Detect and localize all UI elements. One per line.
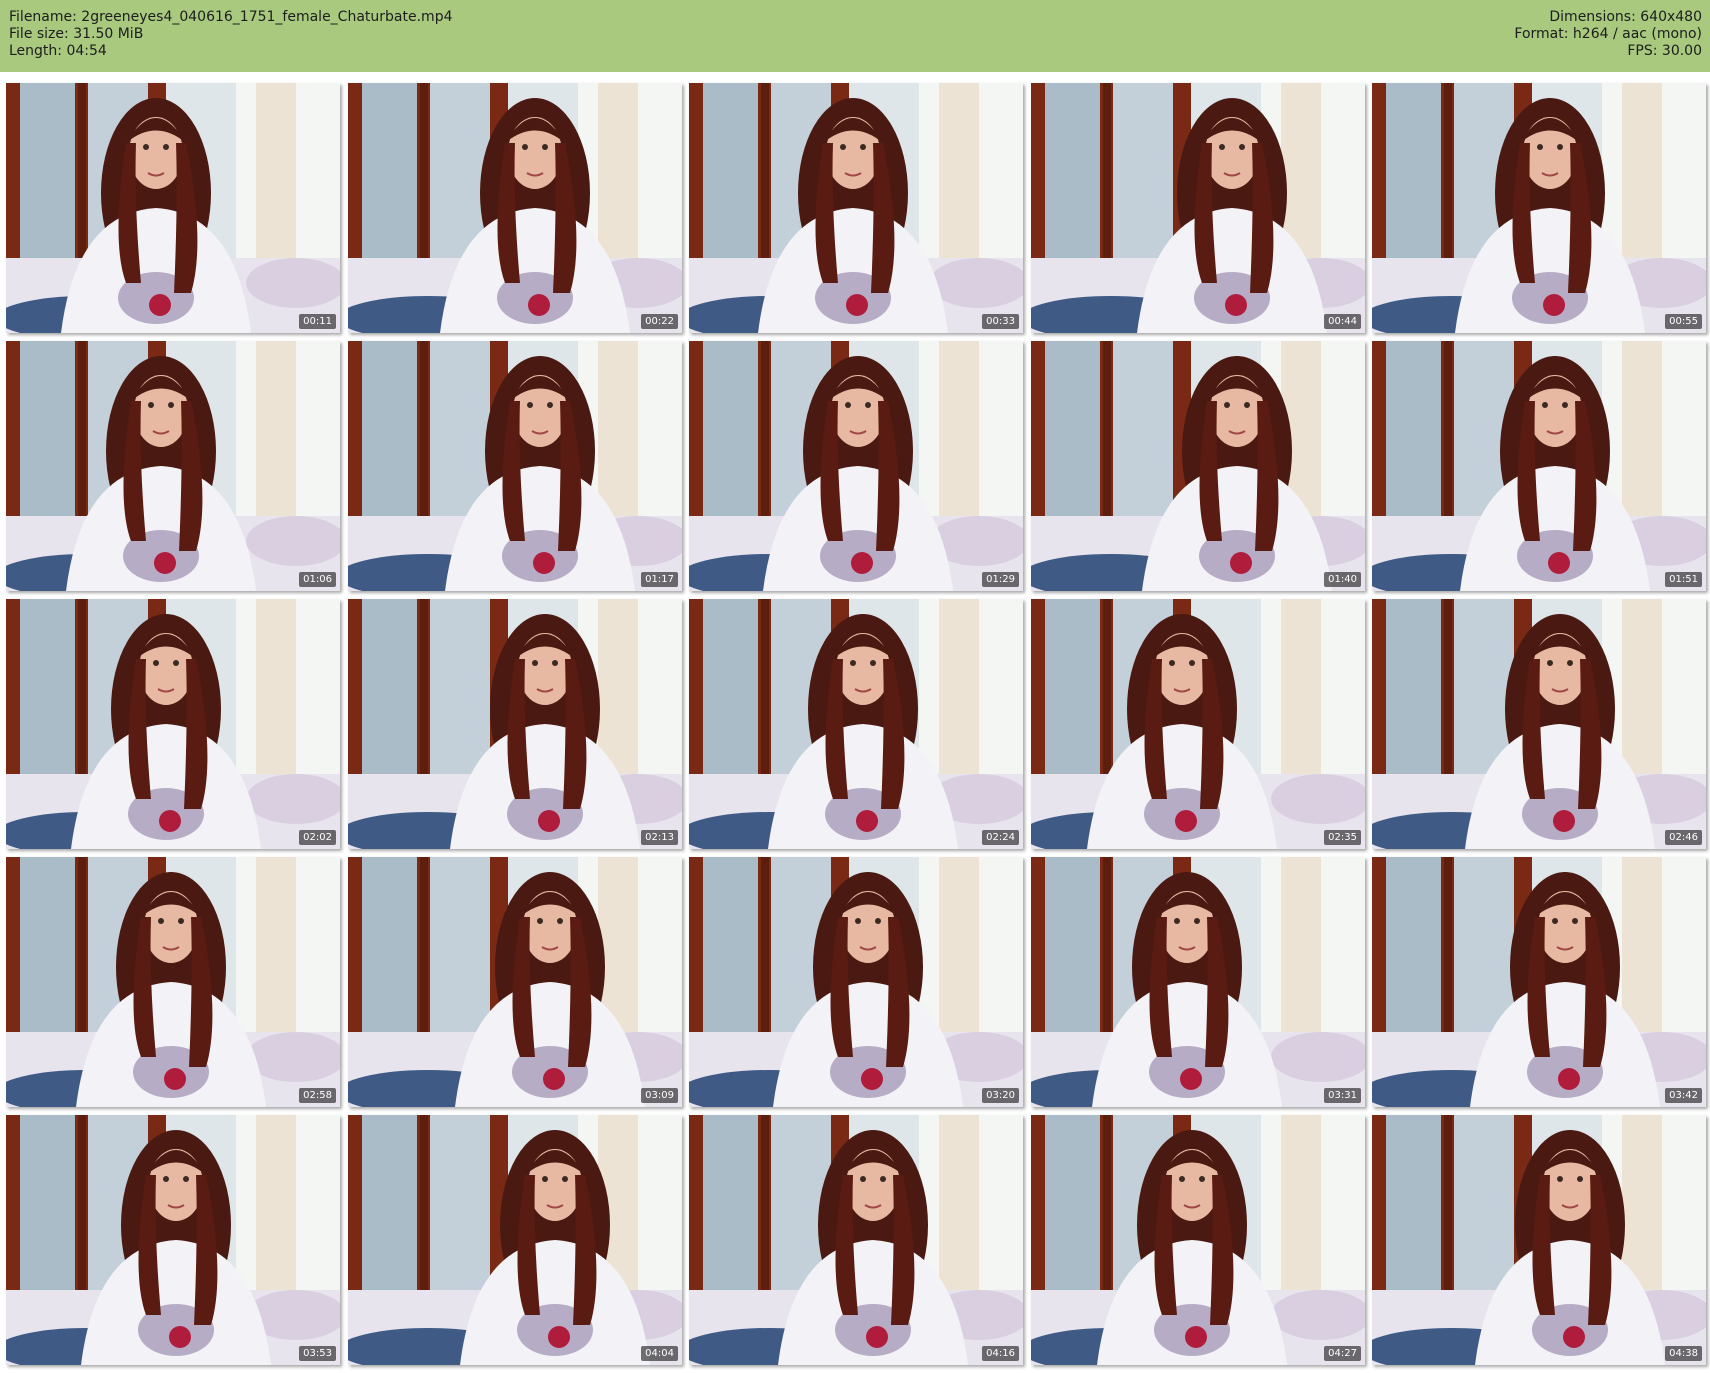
timestamp-label: 02:46: [1665, 830, 1702, 845]
timestamp-label: 04:04: [641, 1346, 678, 1361]
frame-image: [348, 857, 682, 1107]
video-frame-thumbnail[interactable]: 01:51: [1372, 341, 1706, 591]
timestamp-label: 02:35: [1324, 830, 1361, 845]
timestamp-label: 00:44: [1324, 314, 1361, 329]
frame-image: [6, 857, 340, 1107]
frame-image: [1372, 1115, 1706, 1365]
stream-info: Dimensions: 640x480 Format: h264 / aac (…: [1514, 9, 1702, 60]
video-frame-thumbnail[interactable]: 00:44: [1031, 83, 1365, 333]
video-frame-thumbnail[interactable]: 04:04: [348, 1115, 682, 1365]
timestamp-label: 04:38: [1665, 1346, 1702, 1361]
video-frame-thumbnail[interactable]: 04:38: [1372, 1115, 1706, 1365]
fps-line: FPS: 30.00: [1627, 43, 1702, 59]
timestamp-label: 03:31: [1324, 1088, 1361, 1103]
timestamp-label: 03:53: [299, 1346, 336, 1361]
frame-image: [1372, 83, 1706, 333]
frame-image: [1031, 1115, 1365, 1365]
frame-image: [689, 341, 1023, 591]
video-frame-thumbnail[interactable]: 02:46: [1372, 599, 1706, 849]
timestamp-label: 01:06: [299, 572, 336, 587]
frame-image: [1031, 857, 1365, 1107]
frame-image: [1372, 599, 1706, 849]
timestamp-label: 02:58: [299, 1088, 336, 1103]
timestamp-label: 02:13: [641, 830, 678, 845]
thumbnail-grid: 00:11 00:22 00:33 00:44 00:55 01:06 01:17 01:29…: [6, 83, 1708, 1369]
timestamp-label: 01:29: [982, 572, 1019, 587]
frame-image: [6, 599, 340, 849]
frame-image: [689, 599, 1023, 849]
video-frame-thumbnail[interactable]: 02:58: [6, 857, 340, 1107]
video-frame-thumbnail[interactable]: 02:35: [1031, 599, 1365, 849]
timestamp-label: 04:16: [982, 1346, 1019, 1361]
frame-image: [348, 1115, 682, 1365]
video-frame-thumbnail[interactable]: 03:20: [689, 857, 1023, 1107]
video-frame-thumbnail[interactable]: 04:16: [689, 1115, 1023, 1365]
frame-image: [689, 857, 1023, 1107]
frame-image: [6, 341, 340, 591]
timestamp-label: 00:55: [1665, 314, 1702, 329]
video-frame-thumbnail[interactable]: 02:02: [6, 599, 340, 849]
video-frame-thumbnail[interactable]: 02:13: [348, 599, 682, 849]
frame-image: [348, 341, 682, 591]
video-frame-thumbnail[interactable]: 03:42: [1372, 857, 1706, 1107]
timestamp-label: 00:11: [299, 314, 336, 329]
video-frame-thumbnail[interactable]: 01:06: [6, 341, 340, 591]
timestamp-label: 01:40: [1324, 572, 1361, 587]
frame-image: [6, 83, 340, 333]
timestamp-label: 02:24: [982, 830, 1019, 845]
dimensions-line: Dimensions: 640x480: [1549, 9, 1702, 25]
timestamp-label: 00:22: [641, 314, 678, 329]
timestamp-label: 03:20: [982, 1088, 1019, 1103]
timestamp-label: 00:33: [982, 314, 1019, 329]
video-frame-thumbnail[interactable]: 01:17: [348, 341, 682, 591]
video-frame-thumbnail[interactable]: 00:11: [6, 83, 340, 333]
timestamp-label: 01:51: [1665, 572, 1702, 587]
frame-image: [6, 1115, 340, 1365]
frame-image: [689, 1115, 1023, 1365]
frame-image: [1031, 83, 1365, 333]
video-frame-thumbnail[interactable]: 02:24: [689, 599, 1023, 849]
timestamp-label: 01:17: [641, 572, 678, 587]
frame-image: [1372, 857, 1706, 1107]
video-frame-thumbnail[interactable]: 00:22: [348, 83, 682, 333]
video-frame-thumbnail[interactable]: 01:40: [1031, 341, 1365, 591]
file-size-line: File size: 31.50 MiB: [9, 26, 144, 42]
video-frame-thumbnail[interactable]: 03:09: [348, 857, 682, 1107]
file-info: Filename: 2greeneyes4_040616_1751_female…: [9, 9, 452, 60]
info-header: Filename: 2greeneyes4_040616_1751_female…: [0, 0, 1710, 72]
timestamp-label: 03:09: [641, 1088, 678, 1103]
frame-image: [689, 83, 1023, 333]
video-frame-thumbnail[interactable]: 00:33: [689, 83, 1023, 333]
frame-image: [348, 599, 682, 849]
video-frame-thumbnail[interactable]: 04:27: [1031, 1115, 1365, 1365]
frame-image: [1031, 599, 1365, 849]
filename-line: Filename: 2greeneyes4_040616_1751_female…: [9, 9, 453, 25]
frame-image: [348, 83, 682, 333]
video-frame-thumbnail[interactable]: 03:53: [6, 1115, 340, 1365]
timestamp-label: 02:02: [299, 830, 336, 845]
timestamp-label: 03:42: [1665, 1088, 1702, 1103]
timestamp-label: 04:27: [1324, 1346, 1361, 1361]
frame-image: [1031, 341, 1365, 591]
frame-image: [1372, 341, 1706, 591]
length-line: Length: 04:54: [9, 43, 107, 59]
format-line: Format: h264 / aac (mono): [1514, 26, 1702, 42]
video-frame-thumbnail[interactable]: 00:55: [1372, 83, 1706, 333]
video-frame-thumbnail[interactable]: 01:29: [689, 341, 1023, 591]
video-frame-thumbnail[interactable]: 03:31: [1031, 857, 1365, 1107]
